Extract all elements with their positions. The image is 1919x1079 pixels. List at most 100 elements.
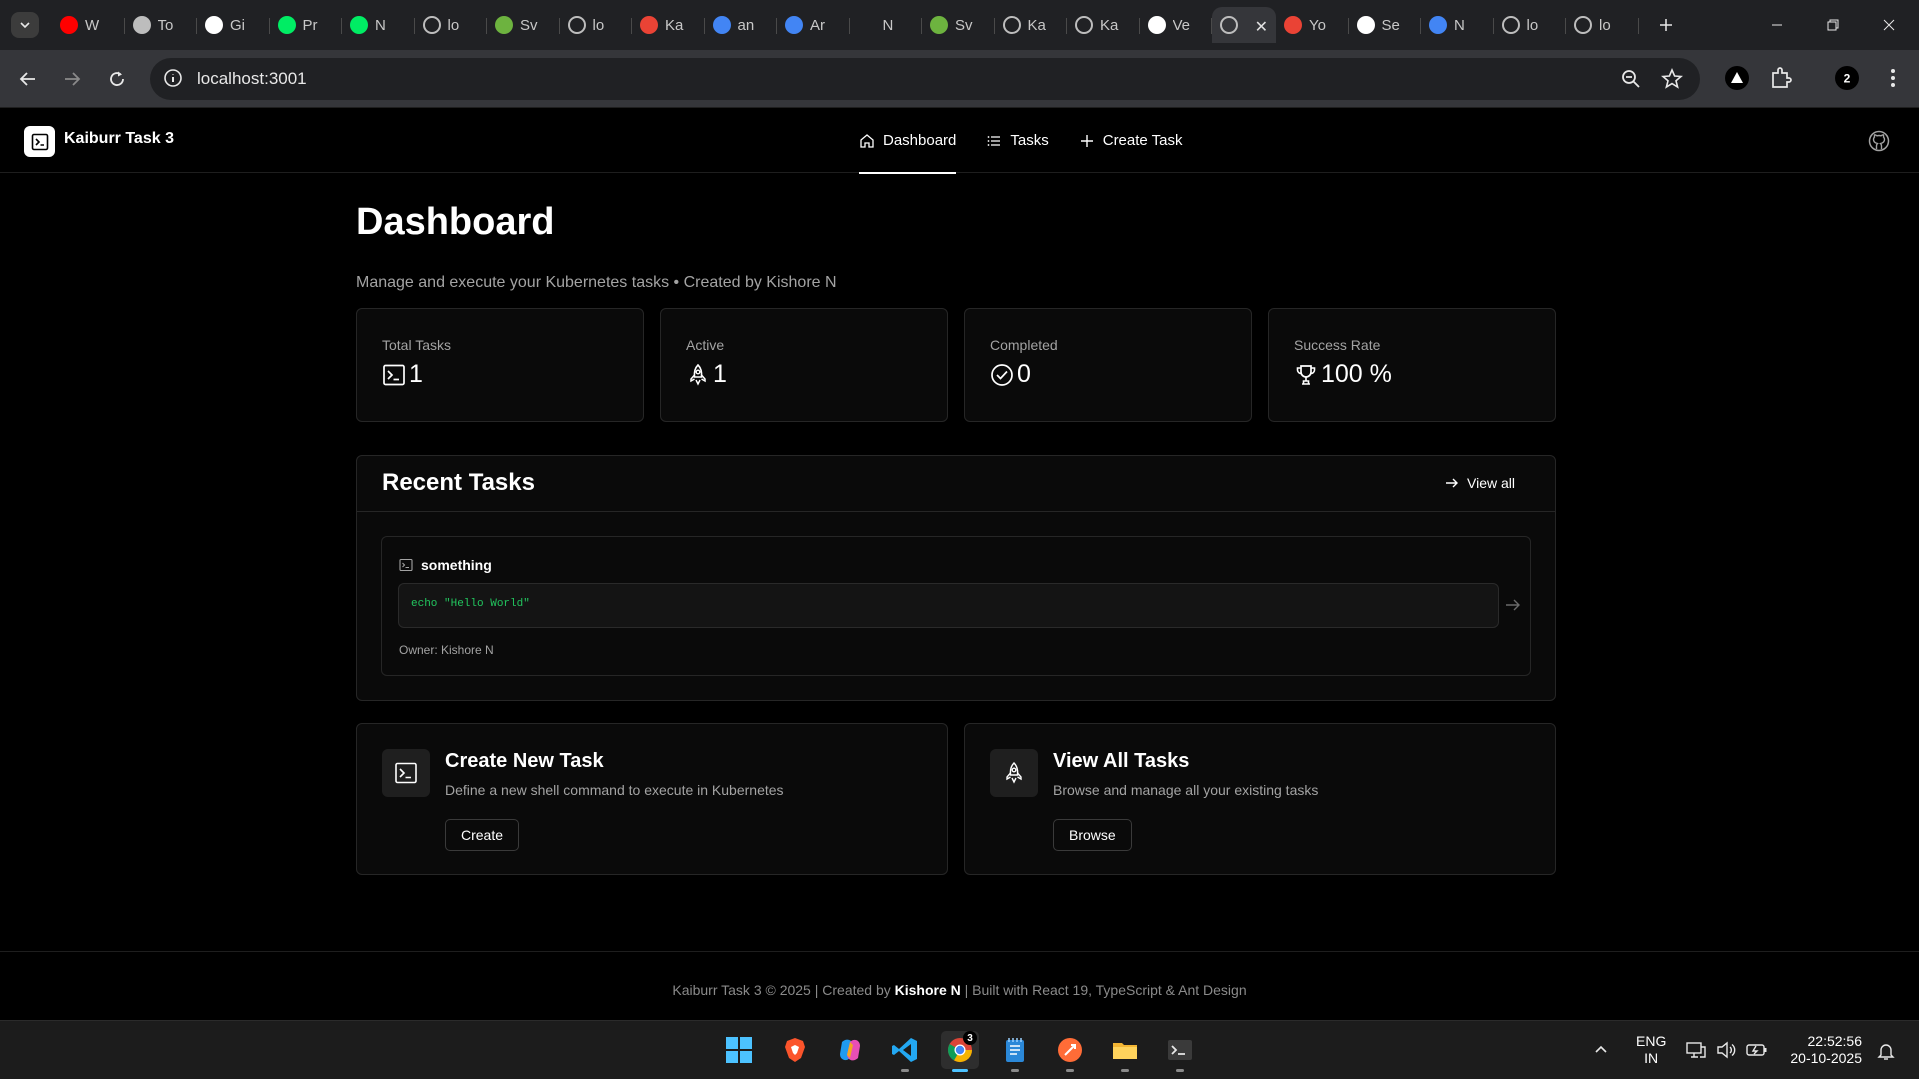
profile-avatar[interactable]: 2 <box>1834 65 1860 91</box>
network-icon[interactable] <box>1686 1041 1706 1059</box>
view-all-link[interactable]: View all <box>1445 475 1515 491</box>
running-indicator <box>1066 1069 1074 1072</box>
mongodb-leaf-icon <box>277 16 296 34</box>
notifications-icon[interactable] <box>1876 1041 1896 1061</box>
tab-title: Ar <box>810 16 825 34</box>
new-tab-button[interactable] <box>1652 11 1680 39</box>
taskbar-brave[interactable] <box>776 1031 814 1069</box>
taskbar-notepad[interactable] <box>996 1031 1034 1072</box>
browser-tab[interactable]: lo <box>1566 7 1639 43</box>
restore-button[interactable] <box>1810 9 1856 41</box>
tab-title: Ka <box>1100 16 1119 34</box>
open-task-arrow-icon[interactable] <box>1505 597 1521 613</box>
browser-tab-active[interactable]: ✕ <box>1212 7 1276 43</box>
nav-tasks[interactable]: Tasks <box>986 108 1049 173</box>
browser-menu-icon[interactable] <box>1880 65 1906 91</box>
browser-tab[interactable]: Gi <box>197 7 270 43</box>
close-tab-icon[interactable]: ✕ <box>1255 17 1268 37</box>
list-icon <box>987 135 1001 146</box>
browser-tab[interactable]: Sv <box>487 7 560 43</box>
tab-search-button[interactable] <box>11 12 39 38</box>
brand-name[interactable]: Kaiburr Task 3 <box>64 130 174 148</box>
tab-title: To <box>157 16 174 34</box>
browser-tab[interactable]: N <box>1421 7 1494 43</box>
view-all-tasks-card: View All Tasks Browse and manage all you… <box>964 723 1556 875</box>
browser-tab[interactable]: Ar <box>777 7 850 43</box>
browser-tab[interactable]: Ve <box>1140 7 1213 43</box>
taskbar-terminal[interactable] <box>1161 1031 1199 1072</box>
view-all-tasks-icon-box <box>990 749 1038 797</box>
browser-tab[interactable]: N <box>850 7 923 43</box>
battery-charging-icon[interactable] <box>1746 1041 1768 1059</box>
github-icon[interactable] <box>1868 130 1890 152</box>
browser-tab[interactable]: Ka <box>632 7 705 43</box>
browser-tab[interactable]: W <box>52 7 125 43</box>
browser-tab[interactable]: Sv <box>922 7 995 43</box>
address-url[interactable]: localhost:3001 <box>197 69 307 89</box>
vercel-extension-icon[interactable] <box>1724 65 1750 91</box>
taskbar-chrome[interactable]: 3 <box>941 1031 979 1072</box>
browser-tab[interactable]: lo <box>1494 7 1567 43</box>
diamond-icon <box>785 16 803 34</box>
tab-title: lo <box>1526 16 1539 34</box>
browser-tab[interactable]: To <box>125 7 198 43</box>
github-icon <box>205 16 223 34</box>
zoom-icon[interactable] <box>1620 68 1642 90</box>
recent-tasks-title: Recent Tasks <box>382 469 535 496</box>
tab-title: N <box>375 16 386 34</box>
browser-tab[interactable]: Se <box>1349 7 1422 43</box>
globe-icon <box>1501 16 1520 34</box>
volume-icon[interactable] <box>1716 1041 1736 1059</box>
running-indicator <box>1011 1069 1019 1072</box>
minimize-icon <box>1772 24 1782 26</box>
site-info-icon[interactable] <box>162 67 184 89</box>
browser-tab[interactable]: N <box>342 7 415 43</box>
tab-title: N <box>1454 16 1465 34</box>
view-all-label: View all <box>1467 475 1515 491</box>
taskbar-postman[interactable] <box>1051 1031 1089 1072</box>
forward-button[interactable] <box>57 64 87 94</box>
browser-tab[interactable]: Ka <box>1067 7 1140 43</box>
browse-button[interactable]: Browse <box>1053 819 1132 851</box>
browser-tab[interactable]: Ka <box>995 7 1068 43</box>
running-indicator <box>952 1069 968 1072</box>
browser-tab[interactable]: an <box>705 7 778 43</box>
taskbar-vscode[interactable] <box>886 1031 924 1072</box>
running-indicator <box>1176 1069 1184 1072</box>
task-card[interactable]: something echo "Hello World" Owner: Kish… <box>381 536 1531 676</box>
app-logo[interactable] <box>24 126 55 157</box>
browser-tab[interactable]: Pr <box>270 7 343 43</box>
create-button[interactable]: Create <box>445 819 520 851</box>
close-window-button[interactable] <box>1866 9 1912 41</box>
start-button[interactable] <box>720 1031 758 1069</box>
spring-icon <box>930 16 948 34</box>
address-bar[interactable]: localhost:3001 <box>150 58 1700 100</box>
copilot-icon <box>840 1039 860 1061</box>
input-language[interactable]: ENG IN <box>1636 1033 1666 1067</box>
system-clock[interactable]: 22:52:56 20-10-2025 <box>1782 1033 1862 1067</box>
nav-create-task[interactable]: Create Task <box>1079 108 1183 173</box>
browser-tab[interactable]: lo <box>415 7 488 43</box>
browser-tab[interactable]: lo <box>560 7 633 43</box>
terminal-icon <box>383 364 405 385</box>
nav-dashboard[interactable]: Dashboard <box>859 108 957 174</box>
tab-title: Yo <box>1309 16 1326 34</box>
reload-button[interactable] <box>102 64 132 94</box>
clock-time: 22:52:56 <box>1807 1033 1863 1049</box>
create-task-card: Create New Task Define a new shell comma… <box>356 723 948 875</box>
back-button[interactable] <box>13 64 43 94</box>
stat-value: 0 <box>1017 360 1031 388</box>
task-name: something <box>421 557 492 573</box>
extensions-icon[interactable] <box>1768 65 1794 91</box>
gmail-icon <box>1284 16 1302 34</box>
tray-chevron-up-icon[interactable] <box>1593 1041 1609 1057</box>
mongodb-leaf-icon <box>350 16 368 34</box>
stat-label: Success Rate <box>1294 337 1381 353</box>
taskbar-file-explorer[interactable] <box>1106 1031 1144 1072</box>
region-code: IN <box>1644 1050 1659 1066</box>
bookmark-star-icon[interactable] <box>1661 68 1683 90</box>
browser-tab[interactable]: Yo <box>1276 7 1349 43</box>
clock-date: 20-10-2025 <box>1790 1050 1862 1066</box>
taskbar-copilot[interactable] <box>831 1031 869 1069</box>
minimize-button[interactable] <box>1754 9 1800 41</box>
